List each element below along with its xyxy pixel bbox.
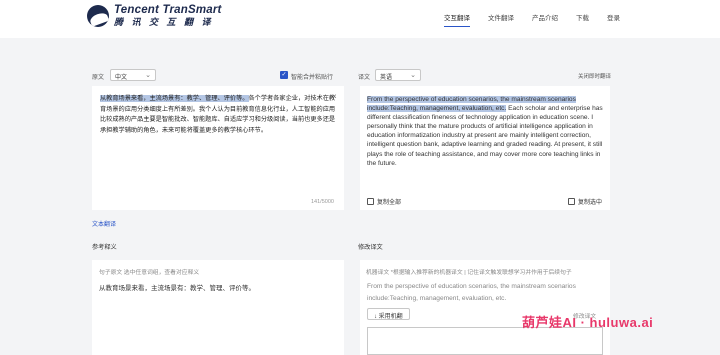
copy-icon — [367, 198, 374, 205]
logo-icon — [87, 5, 109, 27]
reference-hint: 句子原文 选中任意词组，查看对应释义 — [99, 270, 200, 276]
merge-paste-label: 智能合并粘贴行 — [291, 75, 334, 81]
copy-selected-label: 复制选中 — [578, 200, 603, 206]
copy-icon — [568, 198, 575, 205]
nav-login[interactable]: 登录 — [607, 12, 620, 22]
nav-interactive-translation[interactable]: 交互翻译 — [444, 12, 470, 27]
chevron-down-icon: ⌄ — [145, 72, 151, 79]
text-translate-link[interactable]: 文本翻译 — [92, 219, 116, 228]
source-lang-value: 中文 — [115, 75, 128, 81]
clear-icon[interactable]: × — [332, 92, 337, 101]
copy-all-label: 复制全部 — [377, 200, 402, 206]
target-label: 译文 — [358, 75, 371, 81]
reference-title: 参考释义 — [92, 244, 117, 251]
brand-name-en: Tencent TranSmart — [114, 4, 222, 17]
use-machine-translation-button[interactable]: ↓ 采用机翻 — [367, 308, 410, 320]
edit-hint: 机器译文 *根据输入推荐新的机器译文 | 记住译文触发联想学习并作用于后续句子 — [366, 270, 572, 276]
nav-download[interactable]: 下载 — [576, 12, 589, 22]
target-rest: Each scholar and enterprise has differen… — [367, 105, 603, 167]
copy-selected-button[interactable]: 复制选中 — [568, 197, 602, 206]
reference-sentence[interactable]: 从教育场景来看，主流场景有：教学、管理、评价等。 — [99, 282, 255, 292]
target-lang-select[interactable]: 英语 ⌄ — [375, 69, 421, 81]
machine-translation-text: From the perspective of education scenar… — [367, 283, 576, 302]
nav-file-translation[interactable]: 文件翻译 — [488, 12, 514, 22]
target-lang-value: 英语 — [380, 75, 393, 81]
edit-title: 修改译文 — [358, 244, 383, 251]
copy-all-button[interactable]: 复制全部 — [367, 197, 401, 206]
char-counter: 141/5000 — [311, 199, 334, 205]
chevron-down-icon: ⌄ — [410, 72, 416, 79]
source-lang-select[interactable]: 中文 ⌄ — [110, 69, 156, 81]
watermark-text: 葫芦娃AI · huluwa.ai — [522, 315, 654, 330]
source-text[interactable]: 从教育场景来看，主流场景有：教学、管理、评价等。各个学者各家企业，对技术在教育场… — [100, 94, 340, 136]
edit-translation-input[interactable] — [367, 327, 603, 355]
brand-logo[interactable]: Tencent TranSmart 腾 讯 交 互 翻 译 — [87, 5, 222, 27]
target-text[interactable]: From the perspective of education scenar… — [367, 95, 605, 168]
source-highlight: 从教育场景来看，主流场景有：教学、管理、评价等。 — [100, 95, 249, 102]
instant-translate-toggle[interactable]: 关闭即时翻译 — [578, 72, 611, 80]
brand-name-cn: 腾 讯 交 互 翻 译 — [114, 16, 214, 27]
main-nav: 交互翻译 文件翻译 产品介绍 下载 登录 — [426, 12, 620, 27]
top-bar: Tencent TranSmart 腾 讯 交 互 翻 译 交互翻译 文件翻译 … — [0, 0, 720, 38]
source-label: 原文 — [92, 75, 105, 81]
nav-product-intro[interactable]: 产品介绍 — [532, 12, 558, 22]
merge-paste-checkbox[interactable]: ✓ — [280, 71, 288, 79]
